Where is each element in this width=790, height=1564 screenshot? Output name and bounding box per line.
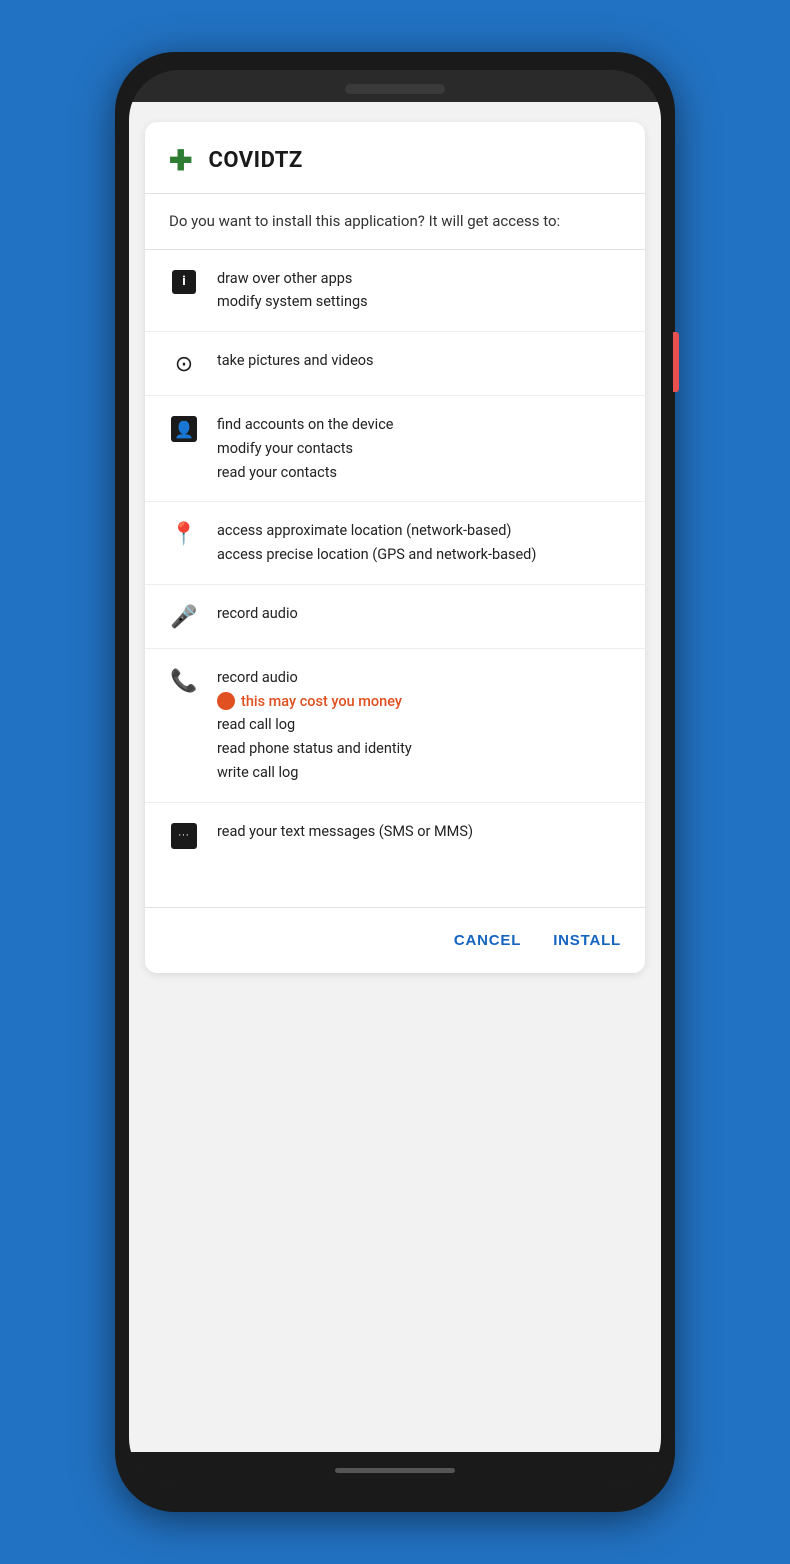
install-description: Do you want to install this application?… <box>145 194 645 250</box>
perm-text: take pictures and videos <box>217 350 621 372</box>
phone-frame: ✚ COVIDTZ Do you want to install this ap… <box>115 52 675 1512</box>
screen-content: ✚ COVIDTZ Do you want to install this ap… <box>129 102 661 1452</box>
phone-icon: 📞 <box>169 667 199 694</box>
perm-text: find accounts on the device <box>217 414 621 436</box>
phone-screen: ✚ COVIDTZ Do you want to install this ap… <box>129 70 661 1488</box>
perm-text: record audio <box>217 603 621 625</box>
perm-text-call: record audio <box>217 667 621 689</box>
nav-indicator <box>335 1468 455 1473</box>
permission-item-camera: ⊙ take pictures and videos <box>145 332 645 396</box>
perm-text: access precise location (GPS and network… <box>217 544 621 566</box>
permission-item-contacts: 👤 find accounts on the device modify you… <box>145 396 645 502</box>
info-icon: i <box>169 268 199 294</box>
perm-text: read your text messages (SMS or MMS) <box>217 821 621 843</box>
dialog-footer: CANCEL INSTALL <box>145 907 645 973</box>
perm-texts-mic: record audio <box>217 603 621 625</box>
sms-icon: ··· <box>169 821 199 849</box>
camera-icon: ⊙ <box>169 350 199 377</box>
perm-text: write call log <box>217 762 621 784</box>
perm-texts-overlay: draw over other apps modify system setti… <box>217 268 621 314</box>
mic-icon: 🎤 <box>169 603 199 630</box>
perm-texts-phone: record audio this may cost you money rea… <box>217 667 621 784</box>
permission-item-sms: ··· read your text messages (SMS or MMS) <box>145 803 645 867</box>
perm-texts-contacts: find accounts on the device modify your … <box>217 414 621 483</box>
perm-texts-sms: read your text messages (SMS or MMS) <box>217 821 621 843</box>
side-button <box>673 332 679 392</box>
app-name: COVIDTZ <box>208 148 302 173</box>
warning-coin-icon <box>217 692 235 710</box>
contacts-icon: 👤 <box>169 414 199 442</box>
dialog-header: ✚ COVIDTZ <box>145 122 645 194</box>
permission-item-overlay: i draw over other apps modify system set… <box>145 250 645 333</box>
perm-texts-camera: take pictures and videos <box>217 350 621 372</box>
perm-text: draw over other apps <box>217 268 621 290</box>
perm-text: read your contacts <box>217 462 621 484</box>
perm-text: read phone status and identity <box>217 738 621 760</box>
perm-text-warning: this may cost you money <box>217 691 621 713</box>
permission-item-mic: 🎤 record audio <box>145 585 645 649</box>
install-dialog: ✚ COVIDTZ Do you want to install this ap… <box>145 122 645 973</box>
bottom-nav-bar <box>129 1452 661 1488</box>
perm-text: modify your contacts <box>217 438 621 460</box>
perm-text: access approximate location (network-bas… <box>217 520 621 542</box>
permission-item-phone: 📞 record audio this may cost you money r… <box>145 649 645 803</box>
permissions-list: i draw over other apps modify system set… <box>145 250 645 867</box>
app-icon: ✚ <box>169 144 192 177</box>
perm-text: modify system settings <box>217 291 621 313</box>
install-button[interactable]: INSTALL <box>553 928 621 953</box>
perm-texts-location: access approximate location (network-bas… <box>217 520 621 566</box>
perm-text: read call log <box>217 714 621 736</box>
permission-item-location: 📍 access approximate location (network-b… <box>145 502 645 585</box>
location-icon: 📍 <box>169 520 199 547</box>
speaker <box>345 84 445 94</box>
cancel-button[interactable]: CANCEL <box>454 928 521 953</box>
